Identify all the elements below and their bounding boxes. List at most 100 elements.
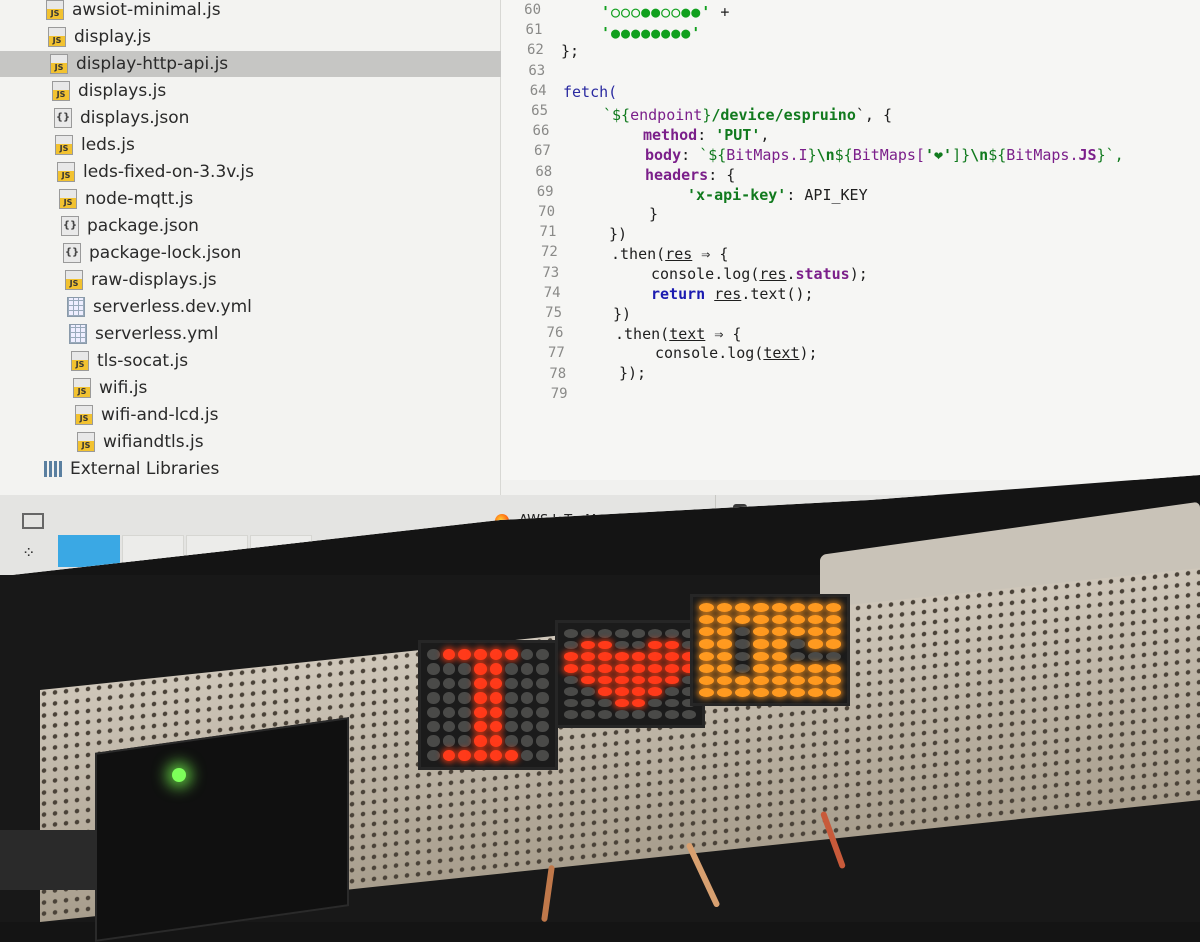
led-dot bbox=[489, 720, 503, 733]
close-call: ); bbox=[849, 265, 868, 283]
led-dot bbox=[505, 663, 518, 675]
line-number: 69 bbox=[536, 183, 554, 200]
launcher-icon[interactable]: ⁘ bbox=[22, 543, 35, 562]
file-tree-item[interactable]: serverless.dev.yml bbox=[67, 294, 252, 320]
status-led bbox=[172, 768, 186, 782]
led-dot bbox=[564, 652, 578, 661]
file-tree-item[interactable]: JS wifiandtls.js bbox=[77, 429, 204, 455]
api-key-header: 'x-api-key' bbox=[687, 186, 787, 204]
closing-statement: }); bbox=[619, 364, 647, 382]
led-dot bbox=[564, 640, 578, 650]
led-dot bbox=[564, 675, 578, 685]
led-dot bbox=[789, 615, 805, 625]
led-matrix-heart bbox=[555, 620, 705, 728]
firefox-icon bbox=[495, 513, 509, 528]
js-file-icon: JS bbox=[71, 351, 89, 371]
line-number: 70 bbox=[538, 204, 555, 220]
led-dot bbox=[520, 720, 534, 733]
led-dot bbox=[427, 749, 440, 761]
dot: . bbox=[786, 265, 796, 283]
led-dot bbox=[807, 615, 823, 625]
line-number: 68 bbox=[535, 163, 553, 180]
pager-desktop-2[interactable] bbox=[122, 535, 184, 567]
file-tree-item[interactable]: JS node-mqtt.js bbox=[59, 186, 193, 212]
then-call: .then( bbox=[611, 245, 666, 263]
led-dot bbox=[665, 640, 680, 650]
tpl-close: }`, bbox=[1096, 146, 1124, 164]
led-dot bbox=[505, 649, 518, 661]
led-dot bbox=[631, 629, 646, 638]
code-line-76: .then(text ⇒ { bbox=[615, 325, 741, 343]
file-tree-item[interactable]: JS leds.js bbox=[55, 132, 135, 158]
closing-brace: }; bbox=[561, 42, 580, 60]
led-dot bbox=[735, 663, 751, 673]
yaml-file-icon bbox=[69, 324, 87, 344]
file-tree-item[interactable]: JS leds-fixed-on-3.3v.js bbox=[57, 159, 254, 185]
led-dot bbox=[536, 706, 549, 718]
file-name: wifi.js bbox=[99, 378, 148, 398]
led-dot bbox=[427, 677, 440, 690]
closing-paren: }) bbox=[609, 225, 628, 243]
led-dot bbox=[564, 710, 578, 719]
file-tree-item[interactable]: External Libraries bbox=[44, 456, 219, 482]
file-tree-item[interactable]: JS tls-socat.js bbox=[71, 348, 188, 374]
led-dot bbox=[753, 603, 769, 613]
file-name: displays.js bbox=[78, 81, 167, 101]
led-matrix-js bbox=[690, 594, 850, 706]
led-dot bbox=[717, 615, 733, 625]
task-firefox[interactable]: AWS IoT - Mozilla Firefox bbox=[495, 513, 677, 528]
js-prop: JS bbox=[1078, 146, 1097, 164]
led-dot bbox=[789, 663, 805, 673]
pager-desktop-4[interactable] bbox=[250, 535, 312, 567]
code-line-70: } bbox=[649, 205, 658, 223]
led-dot bbox=[807, 639, 823, 649]
pager-desktop-1[interactable] bbox=[58, 535, 120, 567]
file-tree-item[interactable]: JS display.js bbox=[48, 24, 151, 50]
file-tree-item[interactable]: {} package.json bbox=[61, 213, 199, 239]
show-desktop-icon[interactable] bbox=[22, 513, 44, 529]
code-line-69: 'x-api-key': API_KEY bbox=[687, 186, 868, 204]
res-ref: res bbox=[714, 285, 742, 303]
led-dot bbox=[458, 720, 471, 733]
led-dot bbox=[648, 640, 663, 650]
task-konsole[interactable]: › espruino : bash — Konsole bbox=[733, 503, 929, 518]
led-dot bbox=[489, 663, 503, 675]
led-dot bbox=[427, 663, 440, 675]
led-dot bbox=[505, 677, 518, 690]
js-file-icon: JS bbox=[65, 270, 83, 290]
led-dot bbox=[771, 663, 787, 673]
file-tree-item[interactable]: JS wifi.js bbox=[73, 375, 147, 401]
file-tree-item[interactable]: JS display-http-api.js bbox=[0, 51, 510, 77]
file-name: wifiandtls.js bbox=[103, 432, 204, 452]
code-line-77: console.log(text); bbox=[655, 344, 818, 362]
return-keyword: return bbox=[651, 285, 706, 303]
led-dot bbox=[442, 692, 456, 704]
led-dot bbox=[597, 698, 612, 708]
file-tree-item[interactable]: serverless.yml bbox=[69, 321, 218, 347]
led-dot bbox=[682, 710, 696, 719]
led-dot bbox=[536, 720, 549, 733]
led-dot bbox=[735, 687, 751, 697]
led-dot bbox=[807, 675, 823, 685]
led-dot bbox=[699, 651, 715, 661]
js-file-icon: JS bbox=[52, 81, 70, 101]
file-tree-item[interactable]: JS wifi-and-lcd.js bbox=[75, 402, 218, 428]
code-line-67: body: `${BitMaps.I}\n${BitMaps['❤']}\n${… bbox=[645, 146, 1124, 164]
js-file-icon: JS bbox=[75, 405, 93, 425]
pager-desktop-3[interactable] bbox=[186, 535, 248, 567]
file-name: leds-fixed-on-3.3v.js bbox=[83, 162, 254, 182]
code-line-78: }); bbox=[619, 364, 646, 382]
console-log: console.log( bbox=[655, 344, 764, 362]
closing-paren: }) bbox=[613, 305, 632, 323]
file-tree-item[interactable]: JS displays.js bbox=[52, 78, 166, 104]
led-dot bbox=[771, 651, 787, 661]
file-name: node-mqtt.js bbox=[85, 189, 194, 209]
file-tree-item[interactable]: {} package-lock.json bbox=[63, 240, 241, 266]
led-dot bbox=[789, 675, 805, 685]
code-editor[interactable]: 60 61 62 63 64 65 66 67 68 69 70 71 72 73 74 75 76 77 78 79… bbox=[501, 0, 1200, 480]
file-tree-item[interactable]: {} displays.json bbox=[54, 105, 189, 131]
file-tree-item[interactable]: JS raw-displays.js bbox=[65, 267, 217, 293]
heart-key: '❤' bbox=[924, 146, 953, 164]
file-tree-item[interactable]: JS awsiot-minimal.js bbox=[46, 0, 221, 23]
usb-cable bbox=[0, 830, 95, 890]
